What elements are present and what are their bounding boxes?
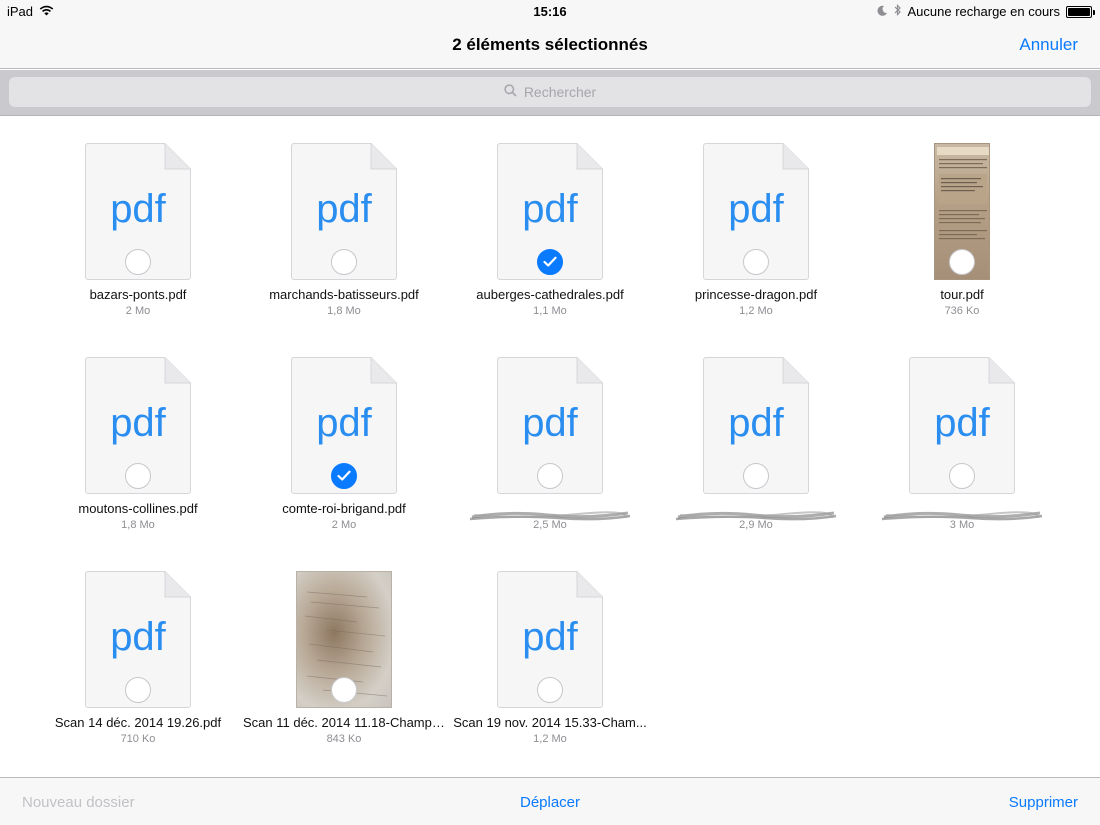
selection-checkmark-selected[interactable] <box>331 463 357 489</box>
file-tile[interactable]: Scan 11 déc. 2014 11.18-Champi... 843 Ko <box>241 545 447 745</box>
pdf-type-label: pdf <box>522 401 578 445</box>
file-size: 2 Mo <box>125 305 151 317</box>
file-name: auberges-cathedrales.pdf <box>476 287 624 302</box>
file-size: 1,8 Mo <box>327 305 361 317</box>
pdf-type-label: pdf <box>728 401 784 445</box>
pdf-type-label: pdf <box>522 187 578 231</box>
pdf-type-label: pdf <box>728 187 784 231</box>
pdf-type-label: pdf <box>522 615 578 659</box>
search-icon <box>504 84 517 100</box>
file-name: Scan 14 déc. 2014 19.26.pdf <box>54 715 222 730</box>
file-tile[interactable]: pdf princesse-dragon.pdf 1,2 Mo <box>653 117 859 317</box>
file-tile[interactable]: pdf 2,5 Mo <box>447 331 653 531</box>
file-size: 736 Ko <box>944 305 980 317</box>
selection-checkmark[interactable] <box>125 249 151 275</box>
file-tile[interactable]: pdf comte-roi-brigand.pdf 2 Mo <box>241 331 447 531</box>
selection-checkmark[interactable] <box>949 463 975 489</box>
file-tile[interactable]: pdf 3 Mo <box>859 331 1065 531</box>
file-tile[interactable]: tour.pdf 736 Ko <box>859 117 1065 317</box>
battery-icon <box>1066 5 1095 18</box>
file-size: 1,8 Mo <box>121 519 155 531</box>
checkmark-icon <box>337 470 351 481</box>
status-right: Aucune recharge en cours <box>877 4 1095 19</box>
file-grid: pdf bazars-ponts.pdf 2 Mo pdf marchands-bati… <box>0 117 1100 775</box>
file-name: bazars-ponts.pdf <box>89 287 187 302</box>
search-input[interactable]: Rechercher <box>9 77 1091 107</box>
selection-checkmark[interactable] <box>537 677 563 703</box>
delete-button[interactable]: Supprimer <box>1009 794 1078 811</box>
search-bar: Rechercher <box>0 70 1100 116</box>
cancel-button[interactable]: Annuler <box>1019 35 1078 55</box>
checkmark-icon <box>543 256 557 267</box>
file-tile[interactable]: pdf bazars-ponts.pdf 2 Mo <box>35 117 241 317</box>
file-size: 2,9 Mo <box>739 519 773 531</box>
selection-checkmark[interactable] <box>537 463 563 489</box>
file-size: 1,2 Mo <box>739 305 773 317</box>
file-name: moutons-collines.pdf <box>78 501 198 516</box>
file-name: tour.pdf <box>940 287 984 302</box>
file-size: 2,5 Mo <box>533 519 567 531</box>
pdf-type-label: pdf <box>316 187 372 231</box>
selection-checkmark[interactable] <box>331 249 357 275</box>
selection-checkmark[interactable] <box>743 463 769 489</box>
file-tile[interactable]: pdf moutons-collines.pdf 1,8 Mo <box>35 331 241 531</box>
file-name: marchands-batisseurs.pdf <box>269 287 419 302</box>
battery-status-text: Aucune recharge en cours <box>907 4 1060 19</box>
file-size: 710 Ko <box>120 733 156 745</box>
status-bar: iPad 15:16 Aucune recharge en cours <box>0 0 1100 22</box>
move-button-container: Déplacer <box>0 794 1100 811</box>
moon-icon <box>877 4 888 19</box>
pdf-type-label: pdf <box>110 615 166 659</box>
file-name: princesse-dragon.pdf <box>694 287 818 302</box>
file-size: 2 Mo <box>331 519 357 531</box>
bluetooth-icon <box>894 4 902 19</box>
file-size: 1,1 Mo <box>533 305 567 317</box>
page-title: 2 éléments sélectionnés <box>452 35 648 54</box>
search-placeholder: Rechercher <box>523 84 597 100</box>
selection-checkmark[interactable] <box>125 463 151 489</box>
file-tile[interactable]: pdf marchands-batisseurs.pdf 1,8 Mo <box>241 117 447 317</box>
move-button[interactable]: Déplacer <box>520 794 580 811</box>
file-tile[interactable]: pdf 2,9 Mo <box>653 331 859 531</box>
selection-checkmark[interactable] <box>949 249 975 275</box>
file-size: 843 Ko <box>326 733 362 745</box>
file-size: 3 Mo <box>949 519 975 531</box>
pdf-type-label: pdf <box>316 401 372 445</box>
selection-checkmark[interactable] <box>743 249 769 275</box>
navigation-bar: 2 éléments sélectionnés Annuler <box>0 22 1100 69</box>
selection-checkmark-selected[interactable] <box>537 249 563 275</box>
pdf-type-label: pdf <box>110 401 166 445</box>
file-name: Scan 19 nov. 2014 15.33-Cham... <box>453 715 647 730</box>
file-tile[interactable]: pdf Scan 14 déc. 2014 19.26.pdf 710 Ko <box>35 545 241 745</box>
file-name: comte-roi-brigand.pdf <box>282 501 406 516</box>
pdf-type-label: pdf <box>110 187 166 231</box>
file-tile[interactable]: pdf Scan 19 nov. 2014 15.33-Cham... 1,2 Mo <box>447 545 653 745</box>
file-tile[interactable]: pdf auberges-cathedrales.pdf 1,1 Mo <box>447 117 653 317</box>
file-size: 1,2 Mo <box>533 733 567 745</box>
pdf-type-label: pdf <box>934 401 990 445</box>
selection-checkmark[interactable] <box>125 677 151 703</box>
file-name: Scan 11 déc. 2014 11.18-Champi... <box>243 715 445 730</box>
battery-fill <box>1068 7 1090 16</box>
bottom-toolbar: Nouveau dossier Déplacer Supprimer <box>0 777 1100 825</box>
selection-checkmark[interactable] <box>331 677 357 703</box>
